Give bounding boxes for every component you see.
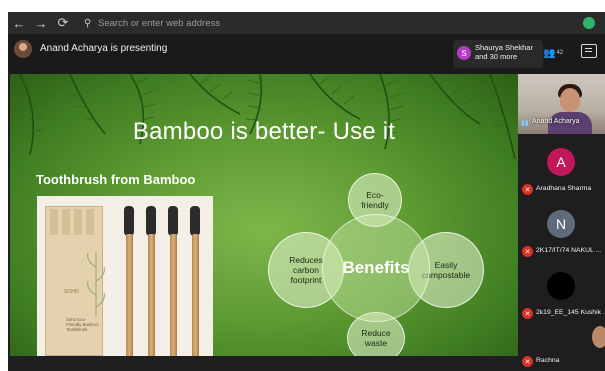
participant-name: 2K17/IT/74 NAKUL ... [536, 247, 602, 254]
participant-avatar: N [547, 210, 575, 238]
box-text: Soho Eco-Friendly Bamboo Toothbrush [66, 317, 99, 333]
browser-toolbar: ← → ⟳ ⚲ Search or enter web address [8, 12, 605, 34]
app-frame: ← → ⟳ ⚲ Search or enter web address Anan… [8, 12, 605, 371]
benefits-center-circle: Benefits [322, 214, 430, 322]
box-slot [62, 209, 70, 235]
participant-video-thumbnail [592, 326, 605, 348]
participant-name: 2k19_EE_145 Kushik ... [536, 309, 604, 316]
presenter-label: Anand Acharya is presenting [40, 43, 168, 54]
participant-tile[interactable]: ✕ Rachna [518, 324, 605, 371]
participants-panel: ▮▮ Anand Acharya A ✕ Aradhana Sharma N ✕… [518, 74, 605, 371]
address-bar[interactable]: ⚲ Search or enter web address [84, 15, 564, 31]
mic-muted-icon: ✕ [522, 246, 533, 257]
box-slot [50, 209, 58, 235]
people-count: 42 [556, 50, 564, 56]
audio-level-icon: ▮▮ [521, 120, 529, 127]
participant-name: Anand Acharya [532, 118, 580, 125]
mic-muted-icon: ✕ [522, 356, 533, 367]
toothbrush [145, 206, 157, 356]
mic-muted-icon: ✕ [522, 184, 533, 195]
presentation-slide: Bamboo is better- Use it Toothbrush from… [10, 74, 518, 356]
participant-tile[interactable]: A ✕ Aradhana Sharma [518, 142, 605, 202]
toothbrush-box: SOHO Soho Eco-Friendly Bamboo Toothbrush [45, 206, 105, 356]
search-icon: ⚲ [84, 17, 92, 29]
chat-icon[interactable] [581, 44, 597, 58]
back-arrow-icon[interactable]: ← [8, 12, 30, 34]
extension-icon[interactable] [583, 17, 595, 29]
slide-subtitle: Toothbrush from Bamboo [36, 172, 196, 187]
participant-tile[interactable]: N ✕ 2K17/IT/74 NAKUL ... [518, 204, 605, 264]
toothbrush [189, 206, 201, 356]
box-brand-label: SOHO [64, 289, 79, 295]
toothbrush [167, 206, 179, 356]
forward-arrow-icon[interactable]: → [30, 12, 52, 34]
box-slot [86, 209, 94, 235]
meeting-header: Anand Acharya is presenting S Shaurya Sh… [8, 34, 605, 74]
participant-name: Aradhana Sharma [536, 185, 592, 192]
participant-initial-avatar: S [457, 46, 471, 60]
mic-muted-icon: ✕ [522, 308, 533, 319]
leaf-icon [87, 252, 105, 317]
box-slot [74, 209, 82, 235]
participants-summary-badge[interactable]: S Shaurya Shekhar and 30 more [453, 40, 543, 68]
participant-avatar [547, 272, 575, 300]
address-placeholder: Search or enter web address [98, 17, 220, 29]
presenter-avatar [14, 40, 32, 58]
slide-title: Bamboo is better- Use it [132, 118, 396, 145]
participant-name: Rachna [536, 357, 560, 364]
people-icon: 👥 [543, 47, 556, 59]
participant-tile[interactable]: ✕ 2k19_EE_145 Kushik ... [518, 266, 605, 326]
participant-tile-video[interactable]: ▮▮ Anand Acharya [518, 74, 605, 134]
participant-face [560, 88, 580, 112]
reload-icon[interactable]: ⟳ [52, 12, 74, 34]
people-button[interactable]: 👥 42 [543, 44, 571, 62]
bamboo-toothbrush-image: SOHO Soho Eco-Friendly Bamboo Toothbrush [37, 196, 213, 356]
participants-summary-text: Shaurya Shekhar and 30 more [475, 43, 533, 61]
participant-avatar: A [547, 148, 575, 176]
toothbrush [123, 206, 135, 356]
